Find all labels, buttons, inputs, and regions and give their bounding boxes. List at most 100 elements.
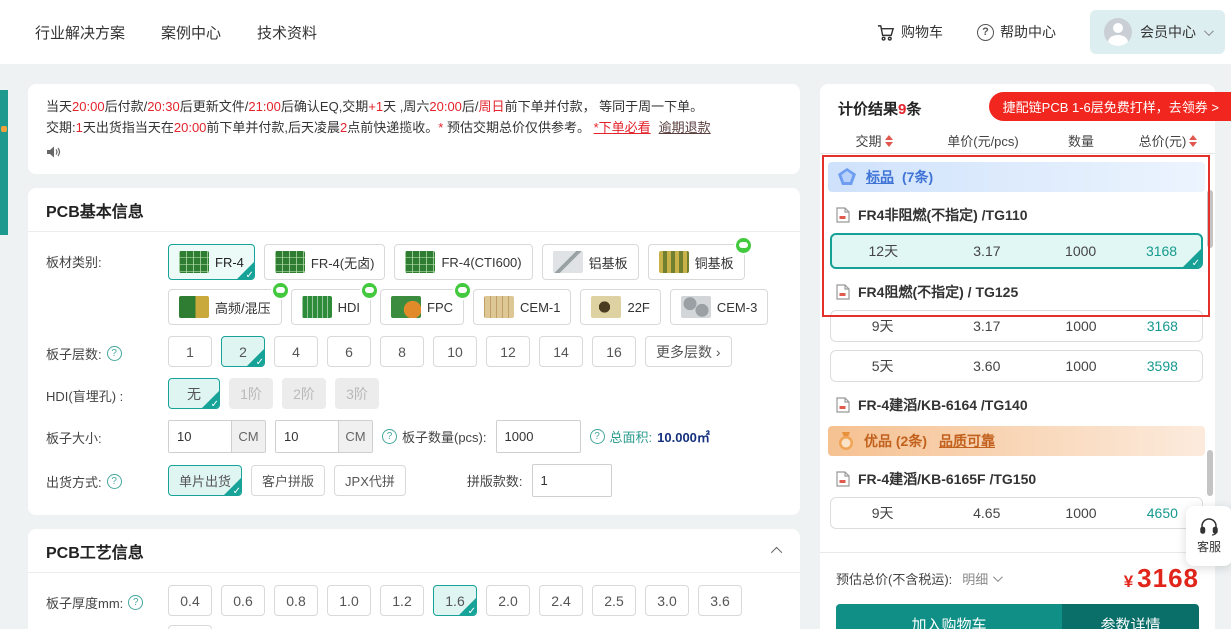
col-delivery[interactable]: 交期 <box>820 131 928 150</box>
layer-4[interactable]: 4 <box>274 336 318 367</box>
material-22f[interactable]: 22F <box>580 289 661 325</box>
quote-item-name[interactable]: FR4阻燃(不指定) / TG125 <box>828 277 1205 307</box>
panel-count-input[interactable] <box>531 464 612 497</box>
material-copper[interactable]: 铜基板 <box>647 236 753 280</box>
material-aluminum[interactable]: 铝基板 <box>541 244 639 280</box>
thickness-0.8[interactable]: 0.8 <box>274 585 318 616</box>
help-icon[interactable] <box>128 595 144 610</box>
help-icon[interactable] <box>382 429 397 444</box>
material-thumb <box>405 251 436 273</box>
layer-10[interactable]: 10 <box>433 336 477 367</box>
layer-16[interactable]: 16 <box>592 336 636 367</box>
help-icon[interactable] <box>106 474 122 489</box>
side-promo-sliver[interactable] <box>0 90 8 235</box>
thickness-3.0[interactable]: 3.0 <box>645 585 689 616</box>
thickness-0.6[interactable]: 0.6 <box>221 585 265 616</box>
total-area-value: 10.000㎡ <box>657 430 710 445</box>
total-price-value: ¥3168 <box>1123 563 1199 593</box>
board-width-input[interactable] <box>169 421 231 452</box>
layer-12[interactable]: 12 <box>486 336 530 367</box>
material-high-freq[interactable]: 高频/混压 <box>168 281 290 325</box>
total-area-label: 总面积: <box>609 430 653 445</box>
scrollbar-thumb[interactable] <box>1207 190 1213 248</box>
ship-mode-label: 出货方式: <box>46 464 168 491</box>
hdi-1-step: 1阶 <box>229 378 273 409</box>
ship-jpx-panel[interactable]: JPX代拼 <box>334 465 406 496</box>
quote-row[interactable]: 9天 4.65 1000 4650 <box>830 497 1203 529</box>
customer-service-widget[interactable]: 客服 <box>1186 506 1231 566</box>
member-center-button[interactable]: 会员中心 <box>1090 10 1225 54</box>
detail-toggle[interactable]: 明细 <box>962 569 1004 588</box>
order-must-read-link[interactable]: *下单必看 <box>594 120 651 135</box>
board-size-label: 板子大小: <box>46 431 102 446</box>
thickness-1.2[interactable]: 1.2 <box>380 585 424 616</box>
thickness-2.0[interactable]: 2.0 <box>486 585 530 616</box>
speaker-icon[interactable] <box>46 144 62 165</box>
ship-single[interactable]: 单片出货 <box>168 465 243 496</box>
help-center-button[interactable]: 帮助中心 <box>977 22 1056 42</box>
scrollbar-thumb[interactable] <box>1207 450 1213 496</box>
material-fr4-halogen-free[interactable]: FR-4(无卤) <box>263 244 386 280</box>
material-thumb <box>301 296 332 318</box>
quote-row[interactable]: 9天 3.17 1000 3168 <box>830 310 1203 342</box>
more-layers-button[interactable]: 更多层数 › <box>645 336 732 367</box>
quote-item-name[interactable]: FR-4建滔/KB-6164 /TG140 <box>828 390 1205 420</box>
thickness-option-partial[interactable] <box>168 625 212 629</box>
thickness-0.4[interactable]: 0.4 <box>168 585 212 616</box>
hdi-3-step: 3阶 <box>335 378 379 409</box>
ship-customer-panel[interactable]: 客户拼版 <box>251 465 326 496</box>
layer-8[interactable]: 8 <box>380 336 424 367</box>
material-fr4-cti600[interactable]: FR-4(CTI600) <box>394 244 533 280</box>
help-icon[interactable] <box>589 429 605 444</box>
add-to-cart-button[interactable]: 加入购物车 <box>836 604 1063 629</box>
material-fpc[interactable]: FPC <box>380 281 473 325</box>
pcb-process-card: PCB工艺信息 板子厚度mm: 0.4 0.6 0.8 1.0 1.2 1.6 … <box>28 529 800 629</box>
quote-item-name[interactable]: FR4非阻燃(不指定) /TG110 <box>828 200 1205 230</box>
material-thumb <box>179 251 209 273</box>
overdue-refund-link[interactable]: 逾期退款 <box>659 120 711 135</box>
board-qty-input[interactable] <box>495 420 581 453</box>
nav-case-center[interactable]: 案例中心 <box>161 22 221 43</box>
section-standard[interactable]: 标品 (7条) <box>828 162 1205 192</box>
section-premium[interactable]: 优品 (2条) 品质可靠 <box>828 426 1205 456</box>
board-height-input[interactable] <box>276 421 338 452</box>
material-thumb <box>484 296 515 318</box>
premium-medal-icon <box>839 432 853 450</box>
help-icon[interactable] <box>106 346 122 361</box>
layer-1[interactable]: 1 <box>168 336 212 367</box>
material-fr4[interactable]: FR-4 <box>168 244 255 280</box>
param-detail-button[interactable]: 参数详情 <box>1062 604 1199 629</box>
material-cem1[interactable]: CEM-1 <box>473 289 572 325</box>
nav-tech-docs[interactable]: 技术资料 <box>257 22 317 43</box>
layer-14[interactable]: 14 <box>539 336 583 367</box>
quote-footer: 预估总价(不含税运): 明细 ¥3168 加入购物车 参数详情 <box>820 552 1215 629</box>
cart-button[interactable]: 购物车 <box>876 22 943 42</box>
quote-row[interactable]: 5天 3.60 1000 3598 <box>830 350 1203 382</box>
sort-icon[interactable] <box>884 134 893 147</box>
question-circle-icon <box>977 23 994 41</box>
coupon-banner[interactable]: 捷配链PCB 1-6层免费打样，去领券 > <box>988 92 1231 121</box>
quote-item-name[interactable]: FR-4建滔/KB-6165F /TG150 <box>828 464 1205 494</box>
thickness-3.6[interactable]: 3.6 <box>698 585 742 616</box>
material-thumb <box>680 296 711 318</box>
col-total[interactable]: 总价(元) <box>1124 131 1212 150</box>
kefu-label: 客服 <box>1196 539 1221 554</box>
total-price-label: 预估总价(不含税运): <box>836 572 953 587</box>
hdi-none[interactable]: 无 <box>168 378 220 409</box>
quote-row-selected[interactable]: 12天 3.17 1000 3168 <box>830 233 1203 269</box>
thickness-2.5[interactable]: 2.5 <box>592 585 636 616</box>
layer-6[interactable]: 6 <box>327 336 371 367</box>
material-cem3[interactable]: CEM-3 <box>669 289 769 325</box>
thickness-1.6[interactable]: 1.6 <box>433 585 477 616</box>
material-hdi[interactable]: HDI <box>290 281 380 325</box>
nav-industry-solutions[interactable]: 行业解决方案 <box>35 22 125 43</box>
collapse-icon[interactable] <box>770 546 783 558</box>
hdi-2-step: 2阶 <box>282 378 326 409</box>
thickness-2.4[interactable]: 2.4 <box>539 585 583 616</box>
thickness-1.0[interactable]: 1.0 <box>327 585 371 616</box>
layer-2[interactable]: 2 <box>221 336 265 367</box>
pdf-file-icon <box>836 207 850 223</box>
sort-icon[interactable] <box>1189 134 1198 147</box>
wechat-badge-icon <box>360 281 380 300</box>
quality-link[interactable]: 品质可靠 <box>939 431 995 451</box>
